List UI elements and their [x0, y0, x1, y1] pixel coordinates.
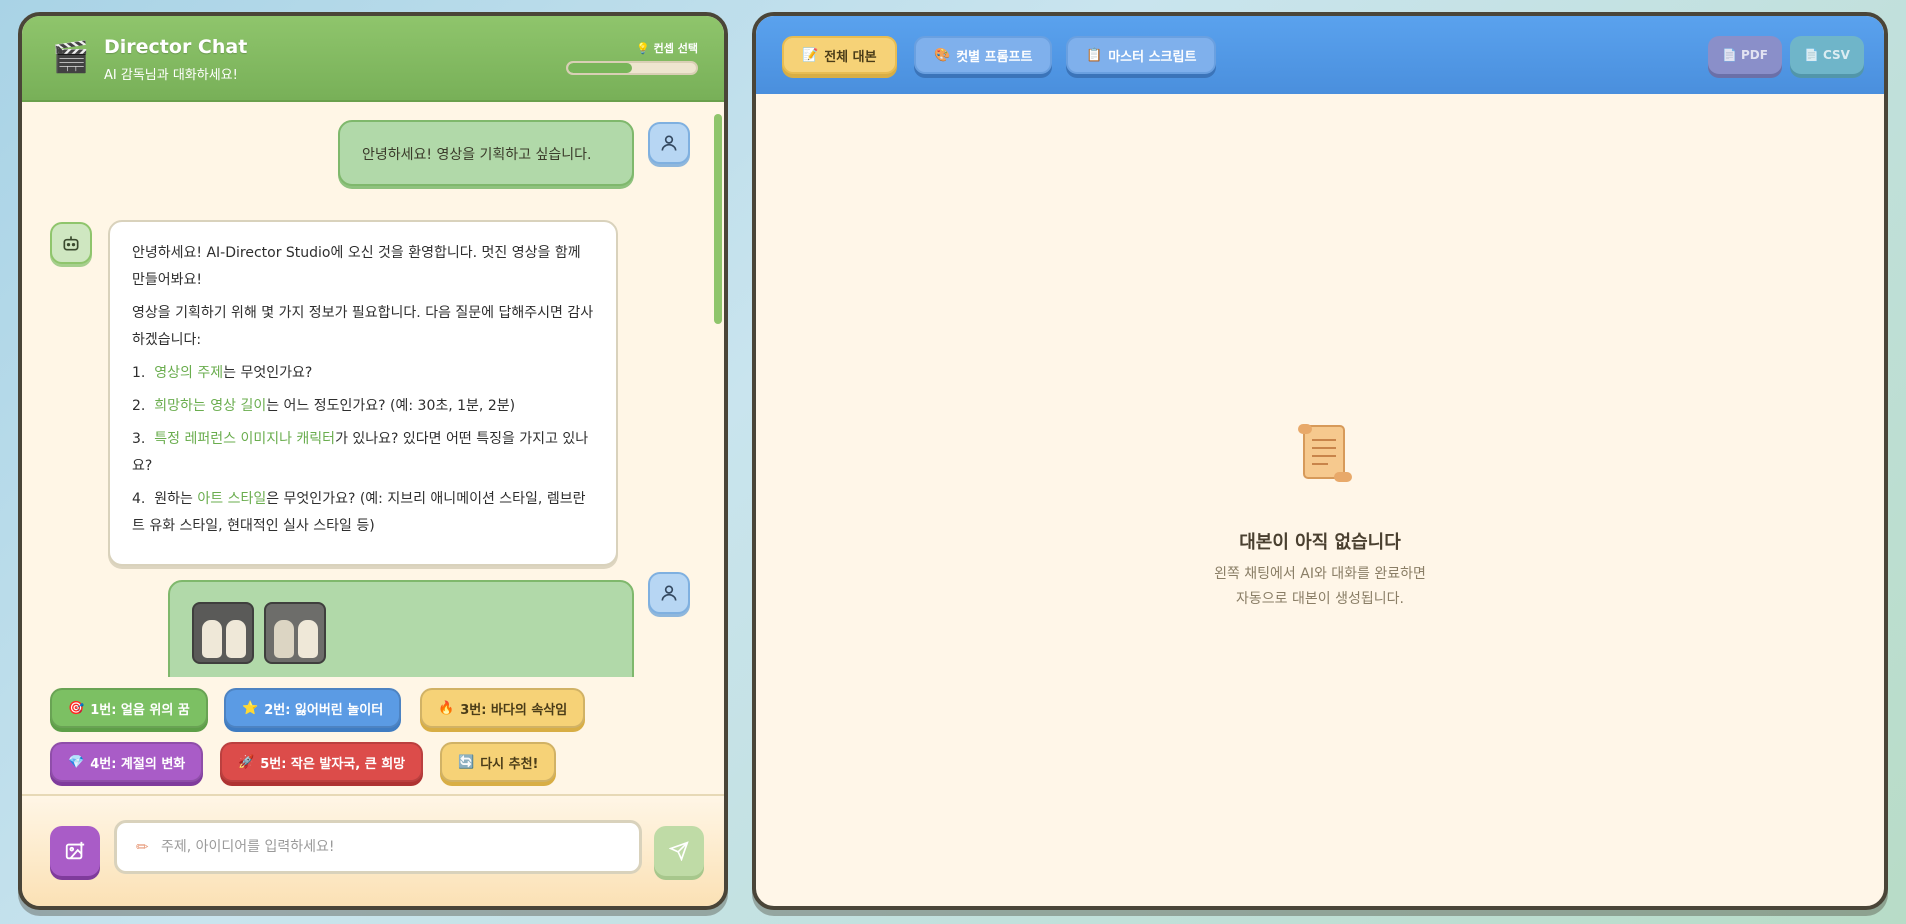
suggestion-chip-1[interactable]: 🎯 1번: 얼음 위의 꿈: [50, 688, 208, 728]
polar-bear-image-thumb[interactable]: [264, 602, 326, 664]
scroll-icon: [1298, 424, 1352, 482]
chat-input-bar: ✏: [22, 794, 724, 906]
refresh-icon: 🔄: [458, 754, 475, 770]
image-add-icon: [65, 841, 85, 860]
gem-icon: 💎: [68, 754, 85, 770]
question-item: 4. 원하는 아트 스타일은 무엇인가요? (예: 지브리 애니메이션 스타일,…: [132, 491, 586, 534]
question-highlight: 희망하는 영상 길이: [154, 398, 267, 414]
chat-header: 🎬 Director Chat AI 감독님과 대화하세요! 💡 컨셉 선택: [22, 16, 724, 102]
suggestion-chip-2[interactable]: ⭐ 2번: 잃어버린 놀이터: [224, 688, 402, 728]
palette-icon: 🎨: [934, 47, 951, 63]
export-csv-button[interactable]: 📄 CSV: [1790, 36, 1864, 74]
chat-message-input[interactable]: [114, 820, 642, 874]
user-message: 안녕하세요! 영상을 기획하고 싶습니다.: [338, 120, 634, 186]
concept-select-label[interactable]: 💡 컨셉 선택: [636, 40, 698, 56]
tab-master-script[interactable]: 📋 마스터 스크립트: [1066, 36, 1217, 74]
user-icon: [661, 585, 677, 601]
image-attachments: [192, 602, 326, 664]
rocket-icon: 🚀: [238, 754, 255, 770]
tab-full-script[interactable]: 📝 전체 대본: [782, 36, 897, 74]
send-icon: [669, 841, 689, 861]
suggestion-chip-5[interactable]: 🚀 5번: 작은 발자국, 큰 희망: [220, 742, 424, 782]
bot-avatar: [50, 222, 92, 264]
empty-state-title: 대본이 아직 없습니다: [1239, 532, 1401, 553]
chat-subtitle: AI 감독님과 대화하세요!: [104, 68, 238, 83]
tab-cut-prompts[interactable]: 🎨 컷별 프롬프트: [914, 36, 1053, 74]
question-item: 3. 특정 레퍼런스 이미지나 캐릭터가 있나요? 있다면 어떤 특징을 가지고…: [132, 431, 589, 474]
target-icon: 🎯: [68, 700, 85, 716]
memo-icon: 📝: [802, 47, 819, 63]
script-toolbar: 📝 전체 대본 🎨 컷별 프롬프트 📋 마스터 스크립트 📄 PDF 📄 CSV: [756, 16, 1884, 94]
user-image-message: [168, 580, 634, 677]
clapperboard-icon: 🎬: [52, 40, 90, 75]
suggestion-chip-3[interactable]: 🔥 3번: 바다의 속삭임: [420, 688, 586, 728]
robot-icon: [63, 236, 79, 251]
pencil-icon: ✏: [136, 838, 149, 856]
script-panel: 📝 전체 대본 🎨 컷별 프롬프트 📋 마스터 스크립트 📄 PDF 📄 CSV 대본이 …: [752, 12, 1888, 910]
question-highlight: 아트 스타일: [197, 491, 267, 507]
refresh-suggestions-button[interactable]: 🔄 다시 추천!: [440, 742, 557, 782]
document-icon: 📄: [1722, 48, 1737, 62]
export-pdf-button[interactable]: 📄 PDF: [1708, 36, 1782, 74]
question-highlight: 특정 레퍼런스 이미지나 캐릭터: [154, 431, 336, 447]
chat-title: Director Chat: [104, 36, 248, 58]
polar-bear-image-thumb[interactable]: [192, 602, 254, 664]
empty-state-description: 왼쪽 채팅에서 AI와 대화를 완료하면 자동으로 대본이 생성됩니다.: [1214, 566, 1426, 607]
star-icon: ⭐: [242, 700, 259, 716]
user-message-text: 안녕하세요! 영상을 기획하고 싶습니다.: [362, 147, 592, 163]
bot-message-paragraph: 안녕하세요! AI-Director Studio에 오신 것을 환영합니다. …: [132, 245, 581, 288]
chat-panel: 🎬 Director Chat AI 감독님과 대화하세요! 💡 컨셉 선택 안…: [18, 12, 728, 910]
user-avatar: [648, 122, 690, 164]
concept-progress-bar: [566, 61, 698, 75]
send-button[interactable]: [654, 826, 704, 876]
question-highlight: 영상의 주제: [154, 365, 224, 381]
document-icon: 📄: [1804, 48, 1819, 62]
user-avatar: [648, 572, 690, 614]
clipboard-icon: 📋: [1086, 47, 1103, 63]
concept-progress-fill: [568, 63, 632, 73]
chat-message-list[interactable]: 안녕하세요! 영상을 기획하고 싶습니다. 안녕하세요! AI-Director…: [22, 102, 724, 677]
script-empty-state: 대본이 아직 없습니다 왼쪽 채팅에서 AI와 대화를 완료하면 자동으로 대본…: [756, 94, 1884, 906]
user-icon: [661, 135, 677, 151]
question-item: 2. 희망하는 영상 길이는 어느 정도인가요? (예: 30초, 1분, 2분…: [132, 398, 516, 414]
bot-message-paragraph: 영상을 기획하기 위해 몇 가지 정보가 필요합니다. 다음 질문에 답해주시면…: [132, 305, 594, 348]
bot-message: 안녕하세요! AI-Director Studio에 오신 것을 환영합니다. …: [108, 220, 618, 566]
attach-image-button[interactable]: [50, 826, 100, 876]
chat-scrollbar[interactable]: [714, 114, 722, 324]
question-item: 1. 영상의 주제는 무엇인가요?: [132, 365, 313, 381]
suggestion-chip-4[interactable]: 💎 4번: 계절의 변화: [50, 742, 204, 782]
fire-icon: 🔥: [438, 700, 455, 716]
